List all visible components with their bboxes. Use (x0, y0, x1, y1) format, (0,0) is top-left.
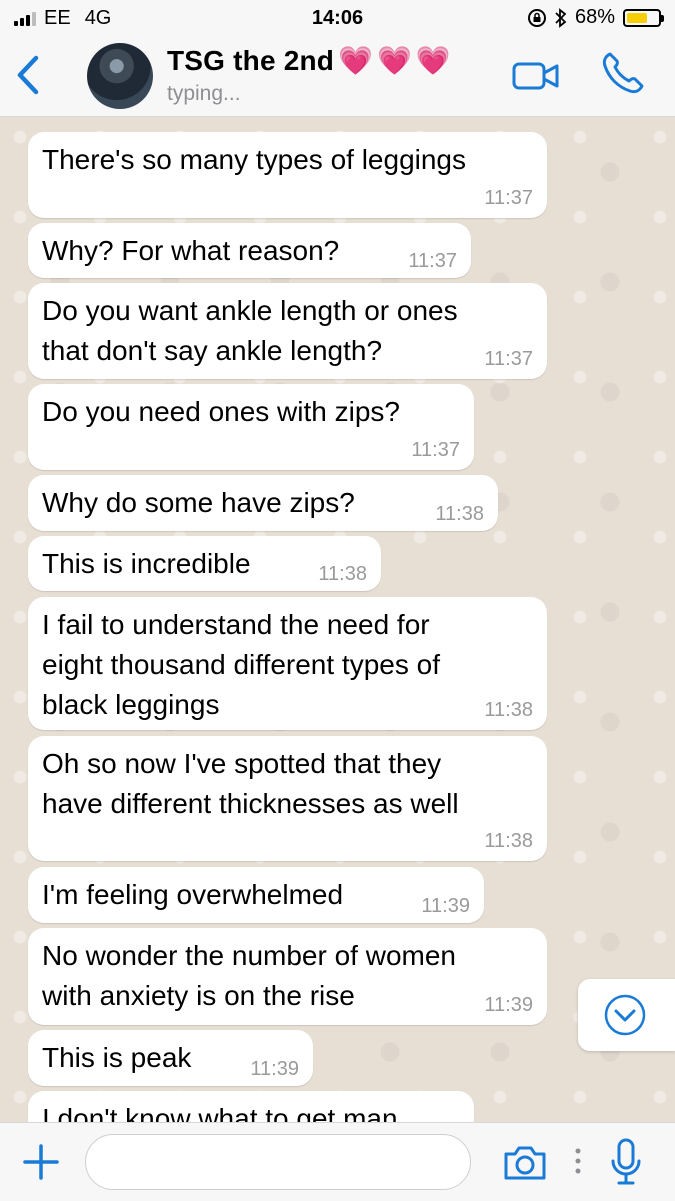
message-text: Why do some have zips? (42, 487, 355, 518)
message-text: I don't know what to get man (42, 1103, 398, 1122)
message-bubble[interactable]: I fail to understand the need for eight … (28, 597, 547, 730)
message-bubble[interactable]: This is incredible 11:38 (28, 536, 381, 591)
battery-icon (623, 8, 664, 27)
message-bubble[interactable]: I'm feeling overwhelmed 11:39 (28, 867, 484, 923)
camera-icon[interactable] (502, 1145, 548, 1181)
orientation-lock-icon (527, 8, 546, 27)
video-camera-icon[interactable] (512, 60, 560, 92)
message-text: I fail to understand the need for eight … (42, 609, 440, 720)
message-time: 11:39 (421, 895, 470, 917)
plus-icon[interactable] (22, 1143, 60, 1181)
microphone-icon[interactable] (609, 1137, 643, 1187)
status-bar: EE 4G 14:06 68% (0, 0, 675, 36)
battery-fill (627, 12, 648, 23)
message-bubble[interactable]: This is peak 11:39 (28, 1030, 313, 1086)
avatar[interactable] (87, 43, 153, 109)
message-input[interactable] (85, 1134, 471, 1190)
chat-header: TSG the 2nd 💗💗💗 typing... (0, 36, 675, 117)
message-text: I'm feeling overwhelmed (42, 879, 344, 910)
contact-emoji: 💗💗💗 (338, 45, 455, 76)
chevron-down-circle-icon (604, 994, 646, 1036)
message-bubble[interactable]: Why do some have zips? 11:38 (28, 475, 498, 531)
message-bubble[interactable]: Do you want ankle length or ones that do… (28, 283, 547, 379)
message-text: This is incredible (42, 548, 251, 579)
message-bubble[interactable]: Why? For what reason? 11:37 (28, 223, 471, 278)
message-text: There's so many types of leggings (42, 144, 467, 175)
chat-area[interactable]: There's so many types of leggings 11:37 … (0, 117, 675, 1122)
message-bubble[interactable]: I don't know what to get man (28, 1091, 474, 1122)
message-time: 11:37 (484, 348, 533, 370)
message-time: 11:37 (484, 187, 533, 209)
message-time: 11:39 (250, 1058, 299, 1080)
contact-name[interactable]: TSG the 2nd 💗💗💗 (167, 44, 455, 77)
message-text: Why? For what reason? (42, 235, 340, 266)
message-time: 11:38 (435, 503, 484, 525)
message-text: Oh so now I've spotted that they have di… (42, 748, 459, 819)
bluetooth-icon (555, 7, 567, 28)
scroll-down-button[interactable] (578, 979, 675, 1051)
status-right: 68% (527, 6, 664, 29)
battery-percent: 68% (574, 6, 615, 28)
message-text: Do you want ankle length or ones that do… (42, 295, 458, 366)
message-text: This is peak (42, 1042, 192, 1073)
message-bubble[interactable]: There's so many types of leggings 11:37 (28, 132, 547, 218)
message-time: 11:38 (318, 563, 367, 585)
typing-status: typing... (167, 82, 241, 105)
chevron-left-icon[interactable] (12, 52, 46, 98)
message-time: 11:37 (411, 439, 460, 461)
message-bubble[interactable]: Oh so now I've spotted that they have di… (28, 736, 547, 861)
more-dots-icon[interactable] (572, 1146, 584, 1176)
message-time: 11:39 (484, 994, 533, 1016)
message-time: 11:38 (484, 699, 533, 721)
input-bar (0, 1122, 675, 1201)
contact-name-text: TSG the 2nd (167, 45, 335, 76)
message-time: 11:37 (408, 250, 457, 272)
message-time: 11:38 (484, 830, 533, 852)
message-text: Do you need ones with zips? (42, 396, 400, 427)
message-bubble[interactable]: No wonder the number of women with anxie… (28, 928, 547, 1025)
phone-icon[interactable] (600, 50, 646, 96)
message-text: No wonder the number of women with anxie… (42, 940, 456, 1011)
message-bubble[interactable]: Do you need ones with zips? 11:37 (28, 384, 474, 470)
